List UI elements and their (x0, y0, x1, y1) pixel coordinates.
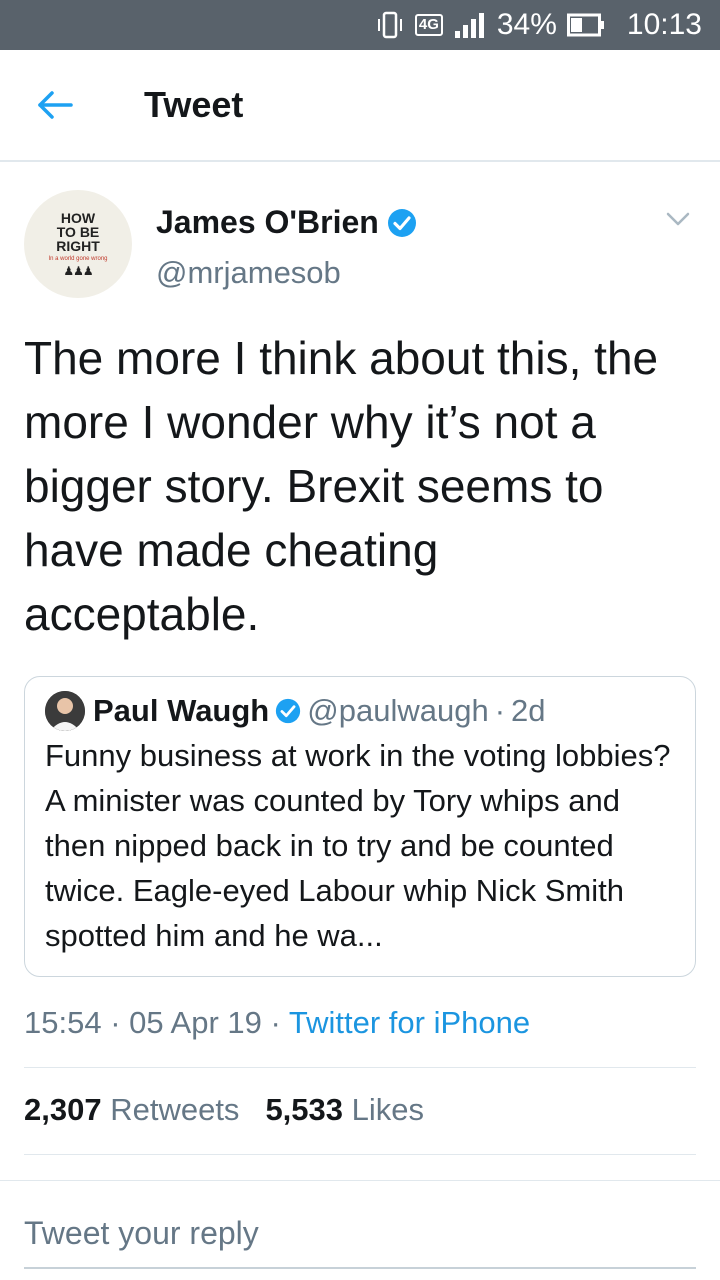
clock: 10:13 (626, 8, 702, 41)
chevron-down-icon (666, 212, 690, 226)
battery-percent: 34% (496, 8, 557, 41)
verified-badge-icon (275, 698, 301, 724)
likes-count: 5,533 (265, 1092, 344, 1127)
verified-badge-icon (387, 208, 416, 237)
tweet-detail: HOW TO BE RIGHT In a world gone wrong ♟♟… (24, 190, 696, 1155)
quoted-avatar (45, 691, 85, 731)
arrow-left-icon (38, 91, 73, 119)
quoted-tweet[interactable]: Paul Waugh @paulwaugh · 2d Funny busines… (24, 676, 696, 977)
quoted-handle: @paulwaugh (307, 693, 489, 728)
avatar-line-1: HOW (60, 210, 96, 226)
signal-icon (453, 11, 487, 39)
status-bar: 4G 34% 10:13 (0, 0, 720, 50)
retweets-count: 2,307 (24, 1092, 102, 1127)
likes-label: Likes (351, 1092, 425, 1127)
retweets-label: Retweets (110, 1092, 240, 1127)
network-type: 4G (414, 14, 443, 36)
retweets-stat[interactable]: 2,307 Retweets (24, 1092, 239, 1127)
meta-separator: · (110, 1005, 121, 1040)
avatar[interactable]: HOW TO BE RIGHT In a world gone wrong ♟♟… (24, 190, 132, 298)
quoted-tweet-header: Paul Waugh @paulwaugh · 2d (45, 691, 675, 731)
author-handle[interactable]: @mrjamesob (156, 255, 417, 291)
quoted-age: 2d (511, 693, 546, 728)
quoted-name: Paul Waugh (93, 693, 270, 728)
avatar-figures-icon: ♟♟♟ (63, 264, 93, 278)
tweet-stats: 2,307 Retweets 5,533 Likes (24, 1068, 696, 1155)
tweet-author: HOW TO BE RIGHT In a world gone wrong ♟♟… (24, 190, 696, 300)
display-name-row[interactable]: James O'Brien (156, 204, 417, 241)
meta-separator: · (270, 1005, 281, 1040)
display-name: James O'Brien (156, 204, 379, 240)
tweet-date: 05 Apr 19 (129, 1005, 262, 1040)
tweet-menu-button[interactable] (666, 212, 690, 231)
tweet-source-link[interactable]: Twitter for iPhone (289, 1005, 530, 1040)
quoted-text: Funny business at work in the voting lob… (45, 738, 671, 953)
reply-bar: Tweet your reply (0, 1180, 720, 1280)
page-title: Tweet (144, 84, 244, 125)
tweet-meta: 15:54 · 05 Apr 19 · Twitter for iPhone (24, 1005, 696, 1068)
quoted-separator: · (494, 693, 506, 728)
battery-icon (566, 13, 605, 37)
vibrate-icon (375, 10, 405, 40)
likes-stat[interactable]: 5,533 Likes (265, 1092, 424, 1127)
avatar-line-4: In a world gone wrong (48, 256, 108, 262)
reply-input[interactable]: Tweet your reply (24, 1215, 259, 1252)
author-names: James O'Brien @mrjamesob (156, 190, 417, 300)
reply-input-underline (24, 1267, 696, 1269)
tweet-text: The more I think about this, the more I … (24, 332, 659, 640)
tweet-time: 15:54 (24, 1005, 102, 1040)
back-button[interactable] (0, 49, 110, 161)
app-header: Tweet (0, 50, 720, 162)
avatar-line-3: RIGHT (56, 238, 100, 254)
avatar-line-2: TO BE (56, 224, 100, 240)
